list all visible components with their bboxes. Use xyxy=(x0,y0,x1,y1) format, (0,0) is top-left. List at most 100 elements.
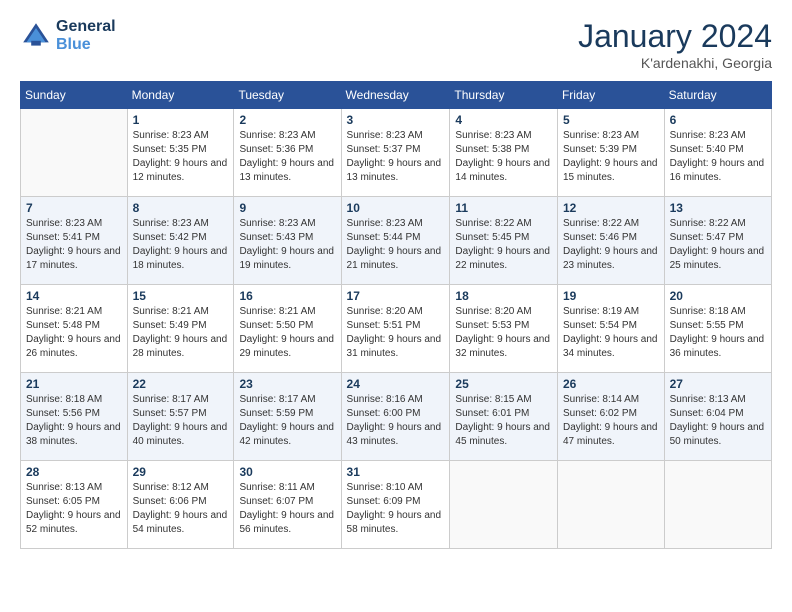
day-cell: 24 Sunrise: 8:16 AMSunset: 6:00 PMDayligh… xyxy=(341,373,450,461)
day-info: Sunrise: 8:21 AMSunset: 5:48 PMDaylight:… xyxy=(26,305,122,361)
day-cell: 8Sunrise: 8:23 AMSunset: 5:42 PMDaylight… xyxy=(127,197,234,285)
day-header-saturday: Saturday xyxy=(664,82,771,109)
day-header-monday: Monday xyxy=(127,82,234,109)
day-cell: 12 Sunrise: 8:22 AMSunset: 5:46 PMDayligh… xyxy=(557,197,664,285)
day-cell: 1 Sunrise: 8:23 AMSunset: 5:35 PMDaylight… xyxy=(127,109,234,197)
header: General Blue January 2024 K'ardenakhi, G… xyxy=(20,18,772,71)
day-info: Sunrise: 8:22 AMSunset: 5:47 PMDaylight:… xyxy=(670,217,766,273)
day-number: 20 xyxy=(670,289,766,303)
day-info: Sunrise: 8:23 AMSunset: 5:37 PMDaylight:… xyxy=(347,129,445,185)
day-number: 21 xyxy=(26,377,122,391)
day-number: 16 xyxy=(239,289,335,303)
day-number: 31 xyxy=(347,465,445,479)
day-cell: 3 Sunrise: 8:23 AMSunset: 5:37 PMDaylight… xyxy=(341,109,450,197)
day-number: 13 xyxy=(670,201,766,215)
day-number: 18 xyxy=(455,289,552,303)
day-cell: 11 Sunrise: 8:22 AMSunset: 5:45 PMDayligh… xyxy=(450,197,558,285)
day-info: Sunrise: 8:17 AMSunset: 5:59 PMDaylight:… xyxy=(239,393,335,449)
day-cell: 21 Sunrise: 8:18 AMSunset: 5:56 PMDayligh… xyxy=(21,373,128,461)
day-number: 9 xyxy=(239,201,335,215)
day-cell: 31 Sunrise: 8:10 AMSunset: 6:09 PMDayligh… xyxy=(341,461,450,549)
day-cell: 26 Sunrise: 8:14 AMSunset: 6:02 PMDayligh… xyxy=(557,373,664,461)
day-info: Sunrise: 8:23 AMSunset: 5:44 PMDaylight:… xyxy=(347,217,445,273)
week-row-3: 14 Sunrise: 8:21 AMSunset: 5:48 PMDayligh… xyxy=(21,285,772,373)
day-info: Sunrise: 8:20 AMSunset: 5:51 PMDaylight:… xyxy=(347,305,445,361)
day-cell: 28 Sunrise: 8:13 AMSunset: 6:05 PMDayligh… xyxy=(21,461,128,549)
day-info: Sunrise: 8:23 AMSunset: 5:42 PMDaylight:… xyxy=(133,217,229,273)
logo: General Blue xyxy=(20,18,116,54)
day-cell: 5 Sunrise: 8:23 AMSunset: 5:39 PMDaylight… xyxy=(557,109,664,197)
page: General Blue January 2024 K'ardenakhi, G… xyxy=(0,0,792,561)
day-header-friday: Friday xyxy=(557,82,664,109)
day-cell: 19Sunrise: 8:19 AMSunset: 5:54 PMDayligh… xyxy=(557,285,664,373)
day-number: 6 xyxy=(670,113,766,127)
day-number: 19 xyxy=(563,289,659,303)
day-info: Sunrise: 8:16 AMSunset: 6:00 PMDaylight:… xyxy=(347,393,445,449)
day-cell: 15 Sunrise: 8:21 AMSunset: 5:49 PMDayligh… xyxy=(127,285,234,373)
day-info: Sunrise: 8:13 AMSunset: 6:04 PMDaylight:… xyxy=(670,393,766,449)
week-row-5: 28 Sunrise: 8:13 AMSunset: 6:05 PMDayligh… xyxy=(21,461,772,549)
month-title: January 2024 xyxy=(578,18,772,55)
day-cell: 23 Sunrise: 8:17 AMSunset: 5:59 PMDayligh… xyxy=(234,373,341,461)
day-cell: 20 Sunrise: 8:18 AMSunset: 5:55 PMDayligh… xyxy=(664,285,771,373)
day-number: 24 xyxy=(347,377,445,391)
day-cell: 30 Sunrise: 8:11 AMSunset: 6:07 PMDayligh… xyxy=(234,461,341,549)
day-number: 12 xyxy=(563,201,659,215)
day-cell: 4Sunrise: 8:23 AMSunset: 5:38 PMDaylight… xyxy=(450,109,558,197)
day-number: 11 xyxy=(455,201,552,215)
day-number: 3 xyxy=(347,113,445,127)
day-cell: 25 Sunrise: 8:15 AMSunset: 6:01 PMDayligh… xyxy=(450,373,558,461)
day-info: Sunrise: 8:22 AMSunset: 5:46 PMDaylight:… xyxy=(563,217,659,273)
day-cell: 29 Sunrise: 8:12 AMSunset: 6:06 PMDayligh… xyxy=(127,461,234,549)
day-number: 29 xyxy=(133,465,229,479)
day-info: Sunrise: 8:23 AMSunset: 5:39 PMDaylight:… xyxy=(563,129,659,185)
day-info: Sunrise: 8:23 AMSunset: 5:35 PMDaylight:… xyxy=(133,129,229,185)
day-info: Sunrise: 8:21 AMSunset: 5:49 PMDaylight:… xyxy=(133,305,229,361)
day-number: 1 xyxy=(133,113,229,127)
day-number: 28 xyxy=(26,465,122,479)
day-cell xyxy=(557,461,664,549)
day-info: Sunrise: 8:13 AMSunset: 6:05 PMDaylight:… xyxy=(26,481,122,537)
day-header-tuesday: Tuesday xyxy=(234,82,341,109)
day-cell: 7Sunrise: 8:23 AMSunset: 5:41 PMDaylight… xyxy=(21,197,128,285)
day-number: 23 xyxy=(239,377,335,391)
logo-icon xyxy=(20,20,52,52)
day-cell: 14 Sunrise: 8:21 AMSunset: 5:48 PMDayligh… xyxy=(21,285,128,373)
day-number: 30 xyxy=(239,465,335,479)
day-info: Sunrise: 8:23 AMSunset: 5:43 PMDaylight:… xyxy=(239,217,335,273)
day-info: Sunrise: 8:17 AMSunset: 5:57 PMDaylight:… xyxy=(133,393,229,449)
day-cell: 2Sunrise: 8:23 AMSunset: 5:36 PMDaylight… xyxy=(234,109,341,197)
day-number: 15 xyxy=(133,289,229,303)
day-cell: 10 Sunrise: 8:23 AMSunset: 5:44 PMDayligh… xyxy=(341,197,450,285)
day-info: Sunrise: 8:21 AMSunset: 5:50 PMDaylight:… xyxy=(239,305,335,361)
day-cell: 17Sunrise: 8:20 AMSunset: 5:51 PMDayligh… xyxy=(341,285,450,373)
day-number: 7 xyxy=(26,201,122,215)
day-cell: 9 Sunrise: 8:23 AMSunset: 5:43 PMDaylight… xyxy=(234,197,341,285)
day-cell xyxy=(450,461,558,549)
day-header-thursday: Thursday xyxy=(450,82,558,109)
day-cell xyxy=(664,461,771,549)
day-cell xyxy=(21,109,128,197)
day-info: Sunrise: 8:18 AMSunset: 5:56 PMDaylight:… xyxy=(26,393,122,449)
week-row-2: 7Sunrise: 8:23 AMSunset: 5:41 PMDaylight… xyxy=(21,197,772,285)
day-info: Sunrise: 8:15 AMSunset: 6:01 PMDaylight:… xyxy=(455,393,552,449)
week-row-4: 21 Sunrise: 8:18 AMSunset: 5:56 PMDayligh… xyxy=(21,373,772,461)
day-number: 26 xyxy=(563,377,659,391)
day-info: Sunrise: 8:20 AMSunset: 5:53 PMDaylight:… xyxy=(455,305,552,361)
day-number: 2 xyxy=(239,113,335,127)
day-info: Sunrise: 8:22 AMSunset: 5:45 PMDaylight:… xyxy=(455,217,552,273)
day-cell: 22 Sunrise: 8:17 AMSunset: 5:57 PMDayligh… xyxy=(127,373,234,461)
day-info: Sunrise: 8:23 AMSunset: 5:38 PMDaylight:… xyxy=(455,129,552,185)
day-info: Sunrise: 8:14 AMSunset: 6:02 PMDaylight:… xyxy=(563,393,659,449)
day-info: Sunrise: 8:10 AMSunset: 6:09 PMDaylight:… xyxy=(347,481,445,537)
day-info: Sunrise: 8:18 AMSunset: 5:55 PMDaylight:… xyxy=(670,305,766,361)
day-info: Sunrise: 8:12 AMSunset: 6:06 PMDaylight:… xyxy=(133,481,229,537)
day-header-wednesday: Wednesday xyxy=(341,82,450,109)
day-info: Sunrise: 8:11 AMSunset: 6:07 PMDaylight:… xyxy=(239,481,335,537)
day-number: 22 xyxy=(133,377,229,391)
day-number: 5 xyxy=(563,113,659,127)
day-number: 25 xyxy=(455,377,552,391)
day-number: 14 xyxy=(26,289,122,303)
day-number: 10 xyxy=(347,201,445,215)
title-block: January 2024 K'ardenakhi, Georgia xyxy=(578,18,772,71)
